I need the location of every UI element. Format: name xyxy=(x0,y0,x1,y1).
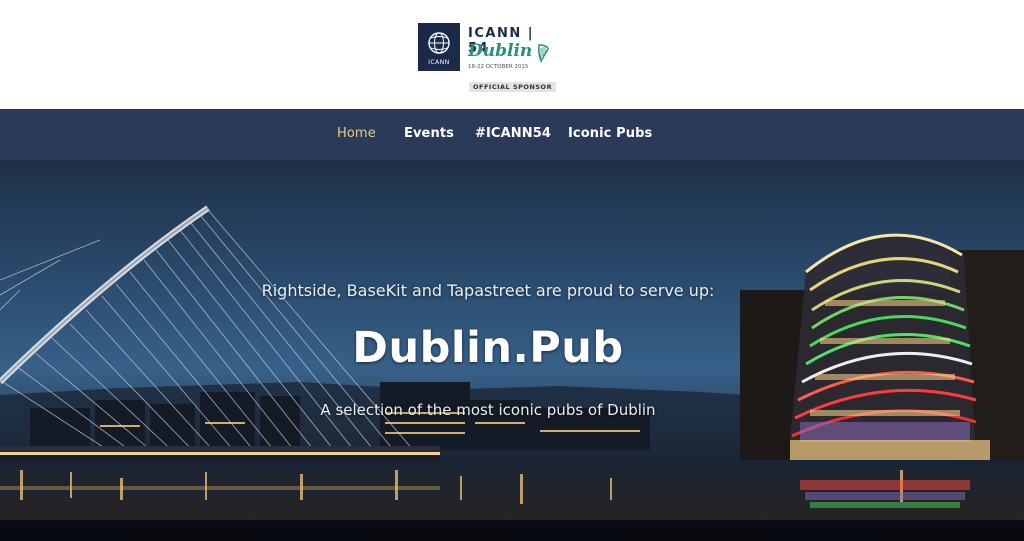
hero-intro-text: Rightside, BaseKit and Tapastreet are pr… xyxy=(261,281,715,300)
hero-subtitle: A selection of the most iconic pubs of D… xyxy=(320,401,656,419)
site-header: ICANN ICANN | 54 Dublin 18-22 OCTOBER 20… xyxy=(0,0,1024,109)
nav-item-events[interactable]: Events xyxy=(404,126,454,141)
nav-item-icann54[interactable]: #ICANN54 xyxy=(475,126,551,141)
icann54-logo[interactable]: ICANN ICANN | 54 Dublin 18-22 OCTOBER 20… xyxy=(418,23,558,95)
hero-banner: Rightside, BaseKit and Tapastreet are pr… xyxy=(0,160,1024,541)
official-sponsor-badge: OFFICIAL SPONSOR xyxy=(469,82,557,92)
logo-city: Dublin xyxy=(468,41,533,61)
icann-logo-box: ICANN xyxy=(418,23,460,71)
main-nav: Home Events #ICANN54 Iconic Pubs xyxy=(0,109,1024,160)
logo-dates: 18-22 OCTOBER 2015 xyxy=(468,64,529,70)
hero-title: Dublin.Pub xyxy=(352,323,624,373)
nav-item-iconic-pubs[interactable]: Iconic Pubs xyxy=(568,126,652,141)
nav-item-home[interactable]: Home xyxy=(337,126,376,141)
icann-box-label: ICANN xyxy=(428,59,450,66)
globe-icon xyxy=(428,32,450,54)
harp-icon xyxy=(538,44,549,63)
